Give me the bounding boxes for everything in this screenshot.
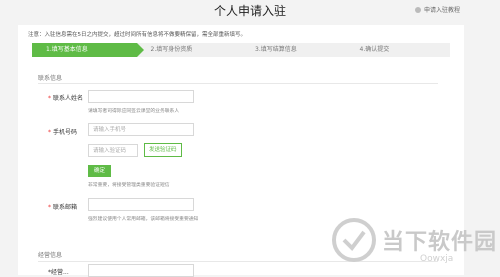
- notice-text: 注意：入驻信息需在5日之内提交，超过时间所有信息将不做要精保留，需全部重新填写。: [28, 32, 247, 38]
- watermark-text: 当下软件园: [382, 230, 498, 255]
- business-field-input[interactable]: [88, 264, 194, 277]
- help-icon: [414, 6, 421, 13]
- business-section-title: 经营信息: [38, 252, 63, 259]
- verification-code-input[interactable]: 请输入验证码: [88, 144, 138, 157]
- email-hint: 强烈建议使用个人常用邮箱，该邮箱将接受重要通知: [88, 217, 199, 222]
- confirm-button[interactable]: 确定: [88, 165, 112, 177]
- section-divider: [38, 83, 438, 84]
- name-label: * 联系人姓名: [48, 95, 84, 102]
- email-label: * 联系邮箱: [48, 204, 78, 211]
- watermark-logo-icon: [332, 218, 376, 262]
- phone-input[interactable]: 请输入手机号: [88, 123, 194, 136]
- required-mark: *: [48, 204, 51, 211]
- required-mark: *: [48, 129, 51, 136]
- phone-label: * 手机号码: [48, 129, 78, 136]
- required-mark: *: [48, 95, 51, 102]
- phone-hint: 非常重要，将接受管理类重要验证短信: [88, 183, 170, 188]
- watermark: 当下软件园 Oowxja: [330, 214, 498, 268]
- name-hint: 请填写者司得际应同签云课堂的业务联系人: [88, 109, 180, 114]
- step-progress: 1.填写基本信息 2.填写身份资质 3.填写结算信息 4.确认提交: [32, 43, 450, 57]
- tutorial-link[interactable]: 申请入驻教程: [414, 5, 460, 14]
- watermark-subtext: Oowxja: [420, 254, 454, 264]
- step-3: 3.填写结算信息: [255, 46, 297, 53]
- email-input[interactable]: [88, 198, 194, 211]
- send-code-button[interactable]: 发送验证码: [144, 143, 182, 157]
- contact-section-title: 联系信息: [38, 75, 63, 82]
- contact-name-input[interactable]: [88, 90, 194, 103]
- step-2: 2.填写身份资质: [150, 46, 193, 53]
- tutorial-label: 申请入驻教程: [423, 7, 460, 14]
- step-1: 1.填写基本信息: [32, 43, 143, 57]
- step-4: 4.确认提交: [359, 46, 390, 53]
